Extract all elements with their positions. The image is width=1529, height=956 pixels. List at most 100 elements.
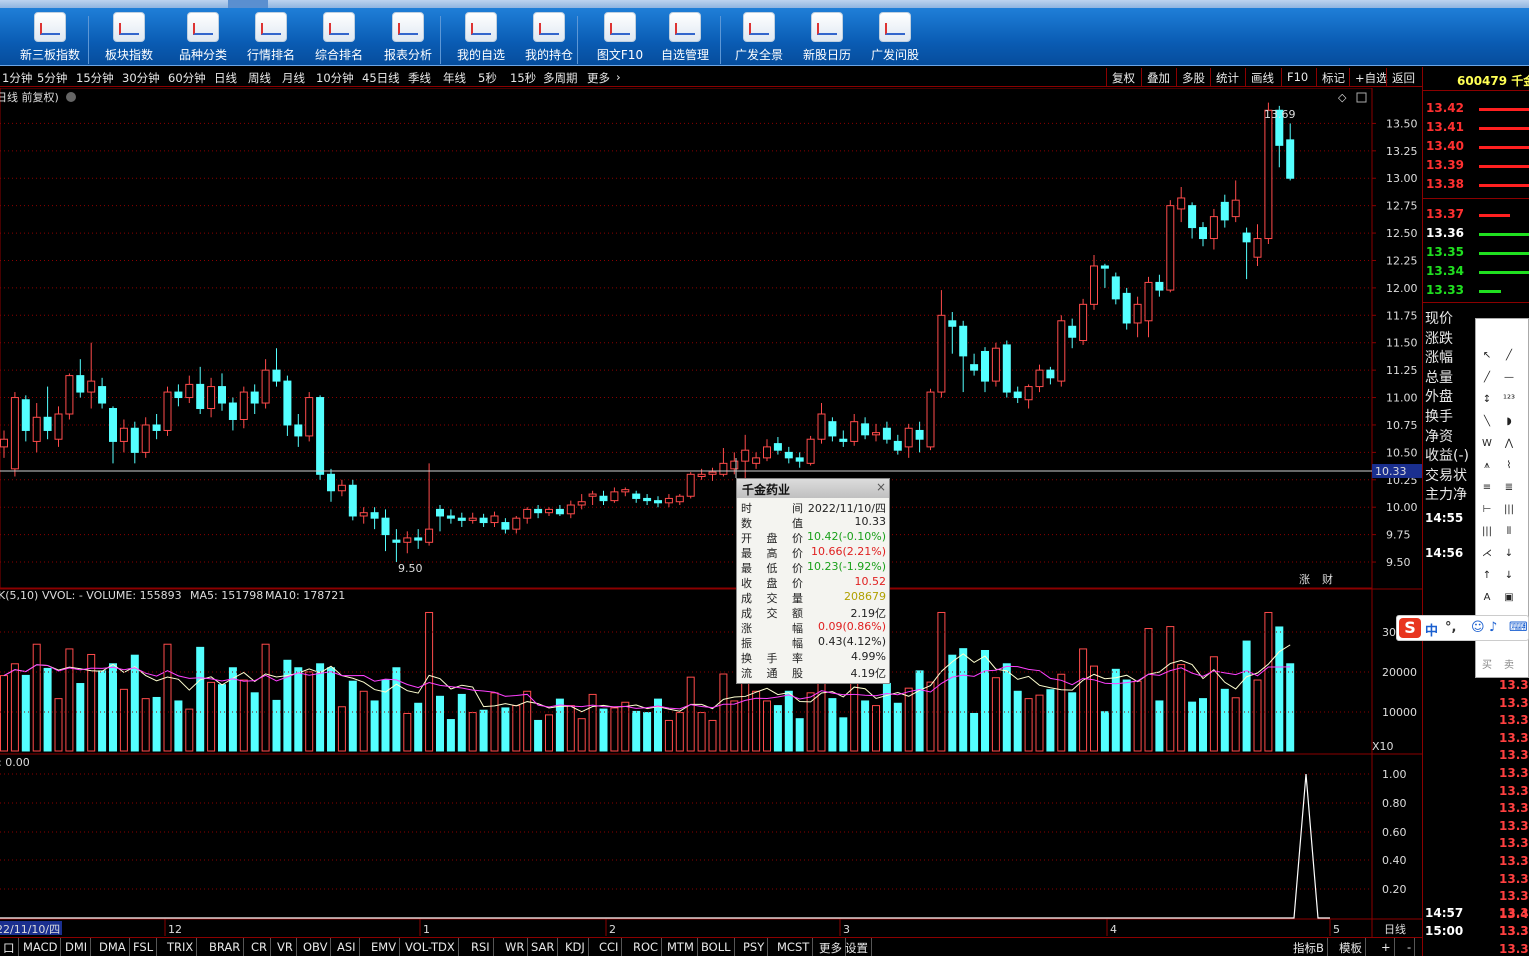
draw-tool-icon[interactable]: ╱ [1479, 371, 1495, 385]
draw-tool-label[interactable]: 买 [1479, 659, 1495, 673]
candle-95[interactable] [1035, 364, 1044, 393]
kline-chart[interactable]: 日线 前复权)13.5013.2513.0012.7512.5012.2512.… [0, 88, 1422, 937]
draw-tool-icon[interactable]: ⋀ [1501, 437, 1517, 451]
chevron-right-icon[interactable]: › [616, 70, 621, 84]
draw-tool-icon[interactable]: ↓ [1501, 569, 1517, 583]
candle-28[interactable] [305, 392, 314, 442]
indicator-tab-21[interactable]: PSY [740, 938, 769, 956]
bid-row[interactable]: 13.37 [1423, 206, 1529, 224]
candle-15[interactable] [163, 386, 172, 436]
candle-14[interactable] [152, 414, 161, 440]
period-4[interactable]: 60分钟 [168, 70, 206, 86]
period-13[interactable]: 15秒 [510, 70, 536, 86]
candle-18[interactable] [196, 366, 205, 414]
candle-32[interactable] [348, 479, 357, 521]
action-4[interactable]: 画线 [1245, 68, 1279, 86]
candle-70[interactable] [763, 439, 771, 462]
draw-tool-icon[interactable]: ↓ [1501, 547, 1517, 561]
candle-51[interactable] [555, 505, 564, 516]
toolbar-button-9[interactable]: 自选管理 [650, 12, 720, 64]
period-14[interactable]: 多周期 [543, 70, 578, 86]
period-8[interactable]: 10分钟 [316, 70, 354, 86]
toolbar-button-6[interactable]: 我的自选 [446, 12, 516, 64]
toolbar-button-10[interactable]: 广发全景 [724, 12, 794, 64]
candle-23[interactable] [250, 384, 259, 414]
draw-tool-icon[interactable]: ╲ [1479, 415, 1495, 429]
candle-26[interactable] [283, 375, 292, 436]
candle-116[interactable] [1264, 102, 1273, 245]
candle-29[interactable] [316, 395, 325, 480]
draw-tool-label[interactable]: 卖 [1501, 659, 1517, 673]
bottom-action-0[interactable]: 指标B [1290, 938, 1328, 956]
candle-94[interactable] [1024, 384, 1033, 409]
draw-tool-icon[interactable]: ⋌ [1479, 547, 1495, 561]
candle-35[interactable] [381, 509, 390, 552]
candle-58[interactable] [632, 490, 641, 503]
toolbar-button-12[interactable]: 广发问股 [860, 12, 930, 64]
draw-tool-icon[interactable]: ◗ [1501, 415, 1517, 429]
toolbar-button-7[interactable]: 我的持仓 [514, 12, 584, 64]
period-7[interactable]: 月线 [282, 70, 305, 86]
ime-punct[interactable]: °, [1445, 620, 1456, 635]
candle-109[interactable] [1188, 202, 1197, 239]
candle-63[interactable] [686, 472, 695, 499]
candle-93[interactable] [1013, 386, 1022, 404]
candle-1[interactable] [10, 392, 19, 477]
marker-zhang[interactable]: 涨 [1299, 573, 1310, 586]
period-2[interactable]: 15分钟 [76, 70, 114, 86]
draw-tool-icon[interactable]: ¹²³ [1501, 393, 1517, 407]
draw-tool-icon[interactable]: ↕ [1479, 393, 1495, 407]
indicator-tab-10[interactable]: ASI [334, 938, 360, 956]
candle-68[interactable] [741, 434, 750, 482]
candle-87[interactable] [948, 312, 957, 354]
indicator-tab-20[interactable]: BOLL [698, 938, 735, 956]
candle-85[interactable] [926, 388, 935, 451]
ask-row[interactable]: 13.42 [1423, 100, 1529, 118]
candle-56[interactable] [610, 487, 619, 503]
candle-45[interactable] [490, 511, 499, 527]
draw-tool-icon[interactable]: W [1479, 437, 1495, 451]
candle-10[interactable] [109, 406, 117, 464]
period-1[interactable]: 5分钟 [37, 70, 67, 86]
mic-icon[interactable]: ♪ [1489, 620, 1497, 635]
stock-code-name[interactable]: 600479 千金 [1423, 67, 1529, 91]
candle-16[interactable] [174, 384, 183, 407]
indicator-tab-8[interactable]: VR [274, 938, 297, 956]
candle-84[interactable] [915, 421, 924, 453]
period-3[interactable]: 30分钟 [122, 70, 160, 86]
draw-tool-icon[interactable]: ⊢ [1479, 503, 1495, 517]
indicator-tab-14[interactable]: WR [502, 938, 529, 956]
candle-72[interactable] [784, 446, 793, 464]
candle-64[interactable] [697, 468, 706, 480]
candle-13[interactable] [141, 417, 150, 458]
toolbar-button-8[interactable]: 图文F10 [585, 12, 655, 64]
candle-100[interactable] [1090, 255, 1098, 310]
indicator-tab-12[interactable]: VOL-TDX [402, 938, 459, 956]
candle-5[interactable] [54, 406, 63, 447]
action-5[interactable]: F10 [1281, 68, 1313, 86]
candle-44[interactable] [479, 513, 488, 527]
candle-62[interactable] [675, 494, 684, 506]
candle-110[interactable] [1199, 222, 1207, 247]
draw-tool-icon[interactable]: ⩚ [1479, 459, 1495, 473]
candle-19[interactable] [207, 377, 216, 418]
keyboard-icon[interactable]: ⌨ [1509, 620, 1528, 635]
ask-row[interactable]: 13.38 [1423, 176, 1529, 194]
candle-41[interactable] [446, 509, 455, 524]
candle-3[interactable] [32, 403, 41, 453]
marker-cai[interactable]: 财 [1322, 572, 1333, 586]
candle-88[interactable] [959, 320, 968, 393]
candle-50[interactable] [545, 507, 553, 516]
period-10[interactable]: 季线 [408, 70, 431, 86]
candle-21[interactable] [228, 397, 237, 431]
candle-54[interactable] [588, 490, 597, 506]
candle-69[interactable] [752, 452, 761, 469]
indicator-tab-0[interactable]: 口 [0, 938, 19, 956]
candle-112[interactable] [1220, 194, 1229, 228]
action-3[interactable]: 统计 [1210, 68, 1244, 86]
candle-92[interactable] [1002, 340, 1011, 398]
bottom-action-1[interactable]: 模板 [1336, 938, 1366, 956]
candle-59[interactable] [643, 494, 652, 506]
candle-6[interactable] [65, 373, 74, 420]
maximize-icon[interactable] [1356, 92, 1367, 103]
